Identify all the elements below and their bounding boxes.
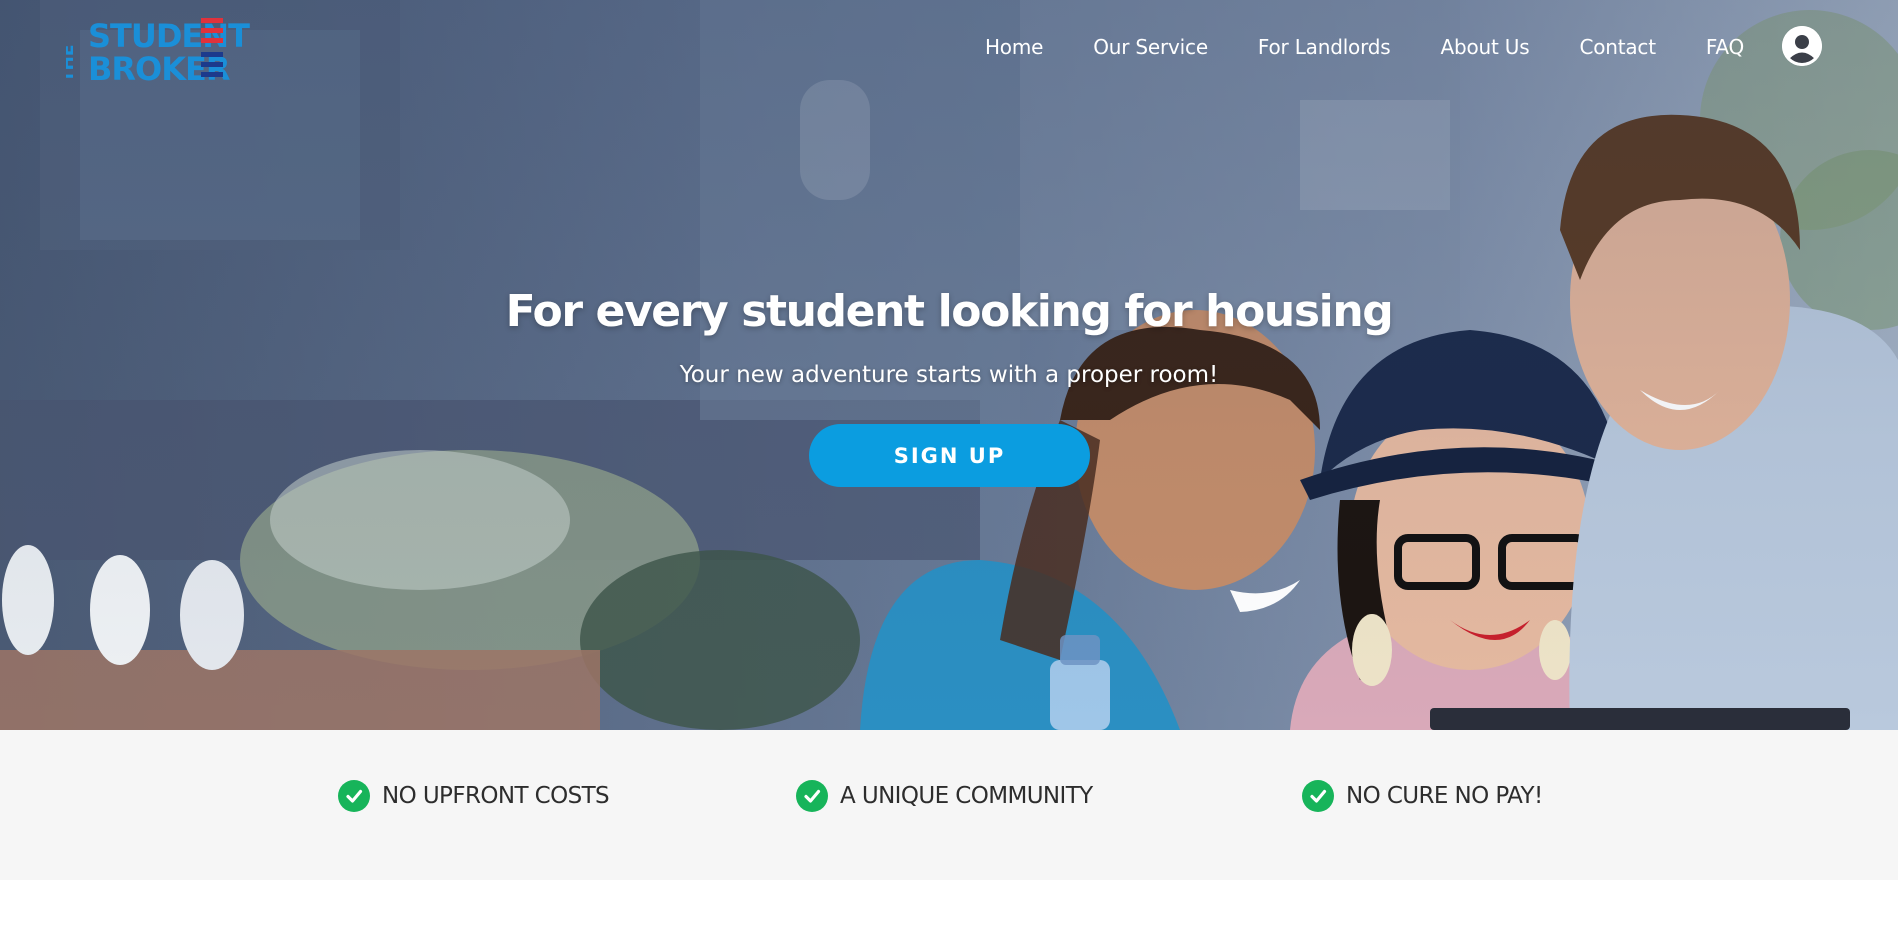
check-circle-icon: [338, 780, 370, 812]
brand-logo[interactable]: THE STUDENT BROKER: [66, 16, 288, 82]
hero-section: THE STUDENT BROKER Home Our Service For …: [0, 0, 1898, 730]
feature-no-upfront-costs: NO UPFRONT COSTS: [338, 780, 610, 812]
svg-text:THE: THE: [66, 45, 78, 82]
check-circle-icon: [796, 780, 828, 812]
account-button[interactable]: [1782, 26, 1822, 66]
hero-title: For every student looking for housing: [505, 286, 1394, 337]
nav-for-landlords[interactable]: For Landlords: [1258, 35, 1391, 59]
user-icon: [1782, 26, 1822, 66]
feature-unique-community: A UNIQUE COMMUNITY: [796, 780, 1093, 812]
main-nav: Home Our Service For Landlords About Us …: [985, 32, 1744, 62]
feature-label: NO CURE NO PAY!: [1346, 783, 1543, 809]
nav-home[interactable]: Home: [985, 35, 1043, 59]
sign-up-button[interactable]: SIGN UP: [809, 424, 1090, 487]
hero-subtitle: Your new adventure starts with a proper …: [679, 362, 1219, 388]
nav-faq[interactable]: FAQ: [1706, 35, 1744, 59]
nav-contact[interactable]: Contact: [1579, 35, 1656, 59]
nav-about-us[interactable]: About Us: [1440, 35, 1529, 59]
feature-label: NO UPFRONT COSTS: [382, 783, 610, 809]
nav-our-service[interactable]: Our Service: [1093, 35, 1208, 59]
feature-no-cure-no-pay: NO CURE NO PAY!: [1302, 780, 1543, 812]
check-circle-icon: [1302, 780, 1334, 812]
features-bar: NO UPFRONT COSTS A UNIQUE COMMUNITY NO C…: [0, 730, 1898, 880]
feature-label: A UNIQUE COMMUNITY: [840, 783, 1093, 809]
